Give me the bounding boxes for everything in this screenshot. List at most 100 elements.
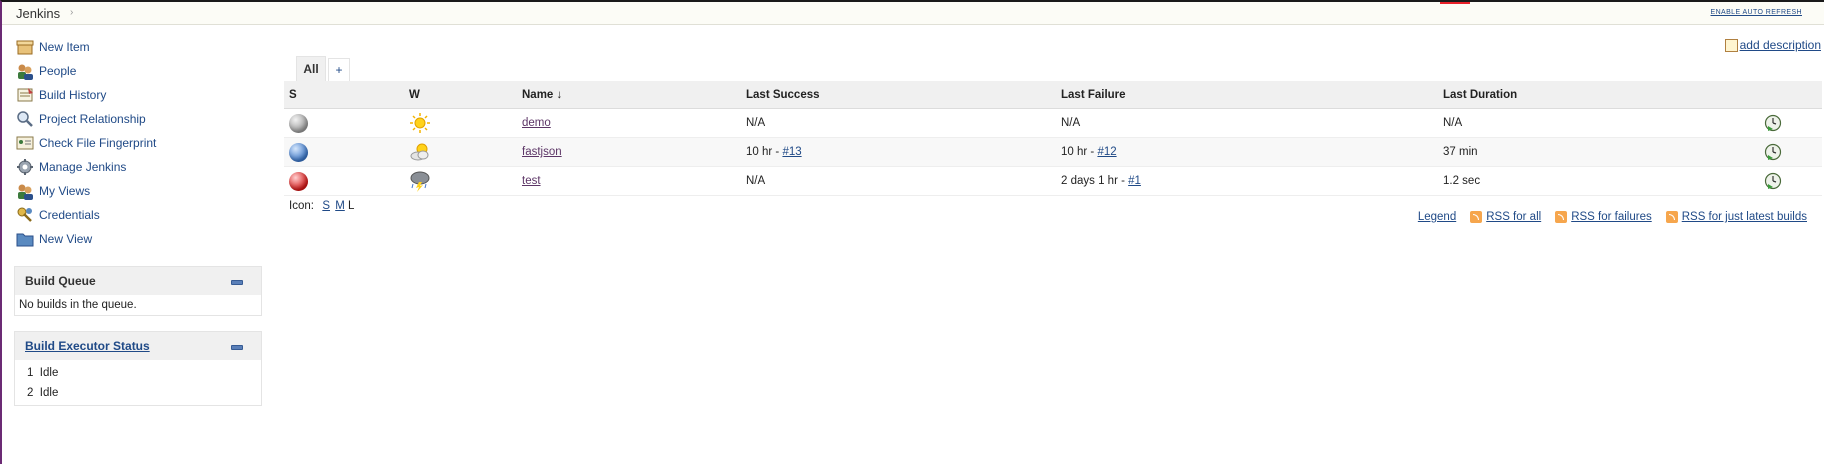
last-failure-text: 2 days 1 hr - (1061, 175, 1129, 187)
status-ball-red-icon[interactable] (289, 171, 308, 191)
add-description[interactable]: add description (1724, 38, 1821, 52)
last-failure-cell: 2 days 1 hr - #1 (1056, 166, 1438, 196)
rss-latest-item[interactable]: RSS for just latest builds (1665, 211, 1807, 223)
col-status[interactable]: S (284, 81, 404, 109)
last-success-cell: 10 hr - #13 (741, 137, 1056, 167)
breadcrumb-bar: Jenkins › ENABLE AUTO REFRESH (2, 2, 1824, 25)
fingerprint-icon (16, 134, 34, 152)
people-icon (16, 182, 34, 200)
table-row: fastjson 10 hr - #13 10 hr - #12 37 min (284, 137, 1822, 167)
sidebar-item-label[interactable]: New Item (39, 40, 90, 54)
last-duration-cell: 1.2 sec (1438, 166, 1752, 196)
tab-all[interactable]: All (296, 56, 326, 81)
build-executor-panel: Build Executor Status 1 Idle 2 Idle (14, 331, 262, 406)
executor-status: Idle (39, 367, 59, 379)
job-link-test[interactable]: test (522, 175, 541, 187)
table-header-row: S W Name ↓ Last Success Last Failure Las… (284, 81, 1822, 109)
last-failure-cell: N/A (1056, 108, 1438, 138)
job-link-demo[interactable]: demo (522, 117, 551, 129)
rss-icon (1470, 211, 1483, 223)
sidebar-item-label[interactable]: People (39, 64, 76, 78)
sidebar-item-check-file-fingerprint[interactable]: Check File Fingerprint (16, 133, 156, 153)
sidebar-item-new-view[interactable]: New View (16, 229, 92, 249)
build-history-icon (16, 86, 34, 104)
last-failure-text: 10 hr - (1061, 146, 1098, 158)
partly-cloudy-weather-icon[interactable] (409, 141, 431, 163)
sort-down-icon: ↓ (556, 88, 563, 101)
executor-number: 2 (27, 387, 34, 399)
col-weather[interactable]: W (404, 81, 517, 109)
rss-failures-link[interactable]: RSS for failures (1571, 211, 1652, 223)
people-icon (16, 62, 34, 80)
sidebar-item-label[interactable]: My Views (39, 184, 90, 198)
add-description-link[interactable]: add description (1740, 38, 1821, 52)
table-row: test N/A 2 days 1 hr - #1 1.2 sec (284, 166, 1822, 196)
search-icon (16, 110, 34, 128)
col-name[interactable]: Name ↓ (517, 81, 741, 109)
sunny-weather-icon[interactable] (409, 112, 431, 134)
jobs-table: S W Name ↓ Last Success Last Failure Las… (284, 81, 1822, 196)
rss-all-item[interactable]: RSS for all (1470, 211, 1541, 223)
sidebar-item-credentials[interactable]: Credentials (16, 205, 100, 225)
thunderstorm-weather-icon[interactable] (409, 170, 431, 192)
rss-icon (1665, 211, 1678, 223)
tab-add-view[interactable]: + (328, 58, 350, 81)
last-failure-cell: 10 hr - #12 (1056, 137, 1438, 167)
sidebar-item-my-views[interactable]: My Views (16, 181, 90, 201)
sidebar-item-build-history[interactable]: Build History (16, 85, 106, 105)
legend-link[interactable]: Legend (1418, 211, 1456, 223)
executor-status: Idle (39, 387, 59, 399)
sidebar-item-people[interactable]: People (16, 61, 76, 81)
icon-size-selector: Icon: S M L (289, 200, 354, 212)
sidebar-item-label[interactable]: New View (39, 232, 92, 246)
enable-auto-refresh-link[interactable]: ENABLE AUTO REFRESH (1711, 9, 1803, 16)
executor-number: 1 (27, 367, 34, 379)
top-accent-mark (1440, 2, 1470, 4)
rss-failures-item[interactable]: RSS for failures (1555, 211, 1652, 223)
last-duration-cell: 37 min (1438, 137, 1752, 167)
collapse-icon[interactable] (231, 345, 243, 350)
key-icon (16, 206, 34, 224)
last-success-text: 10 hr - (746, 146, 783, 158)
build-queue-panel: Build Queue No builds in the queue. (14, 266, 262, 316)
build-link[interactable]: #1 (1128, 175, 1141, 187)
breadcrumb-chevron-icon[interactable]: › (70, 7, 73, 18)
collapse-icon[interactable] (231, 280, 243, 285)
schedule-build-icon[interactable] (1764, 143, 1782, 161)
breadcrumb-jenkins[interactable]: Jenkins (16, 6, 60, 21)
schedule-build-icon[interactable] (1764, 114, 1782, 132)
edit-icon (1724, 38, 1738, 52)
sidebar-item-label[interactable]: Credentials (39, 208, 100, 222)
icon-size-label: Icon: (289, 200, 314, 212)
rss-all-link[interactable]: RSS for all (1486, 211, 1541, 223)
job-link-fastjson[interactable]: fastjson (522, 146, 562, 158)
build-link[interactable]: #13 (782, 146, 801, 158)
footer-links: Legend RSS for all RSS for failures RSS … (1404, 211, 1807, 223)
schedule-build-icon[interactable] (1764, 172, 1782, 190)
legend-item[interactable]: Legend (1418, 211, 1456, 223)
col-last-duration[interactable]: Last Duration (1438, 81, 1752, 109)
sidebar-item-project-relationship[interactable]: Project Relationship (16, 109, 146, 129)
icon-size-medium-link[interactable]: M (335, 200, 345, 212)
last-success-cell: N/A (741, 108, 1056, 138)
build-executor-title-link[interactable]: Build Executor Status (25, 339, 150, 353)
sidebar-item-label[interactable]: Build History (39, 88, 106, 102)
sidebar-item-label[interactable]: Manage Jenkins (39, 160, 126, 174)
executor-list: 1 Idle 2 Idle (15, 360, 261, 405)
table-row: demo N/A N/A N/A (284, 108, 1822, 138)
rss-icon (1555, 211, 1568, 223)
col-last-failure[interactable]: Last Failure (1056, 81, 1438, 109)
build-link[interactable]: #12 (1097, 146, 1116, 158)
status-ball-blue-icon[interactable] (289, 142, 308, 162)
rss-latest-link[interactable]: RSS for just latest builds (1682, 211, 1807, 223)
sidebar-item-manage-jenkins[interactable]: Manage Jenkins (16, 157, 126, 177)
sidebar-item-label[interactable]: Project Relationship (39, 112, 146, 126)
gear-icon (16, 158, 34, 176)
sidebar-item-new-item[interactable]: New Item (16, 37, 90, 57)
sidebar-item-label[interactable]: Check File Fingerprint (39, 136, 156, 150)
build-executor-header: Build Executor Status (15, 332, 261, 360)
col-last-success[interactable]: Last Success (741, 81, 1056, 109)
status-ball-grey-icon[interactable] (289, 113, 308, 133)
new-item-icon (16, 38, 34, 56)
icon-size-small-link[interactable]: S (322, 200, 330, 212)
